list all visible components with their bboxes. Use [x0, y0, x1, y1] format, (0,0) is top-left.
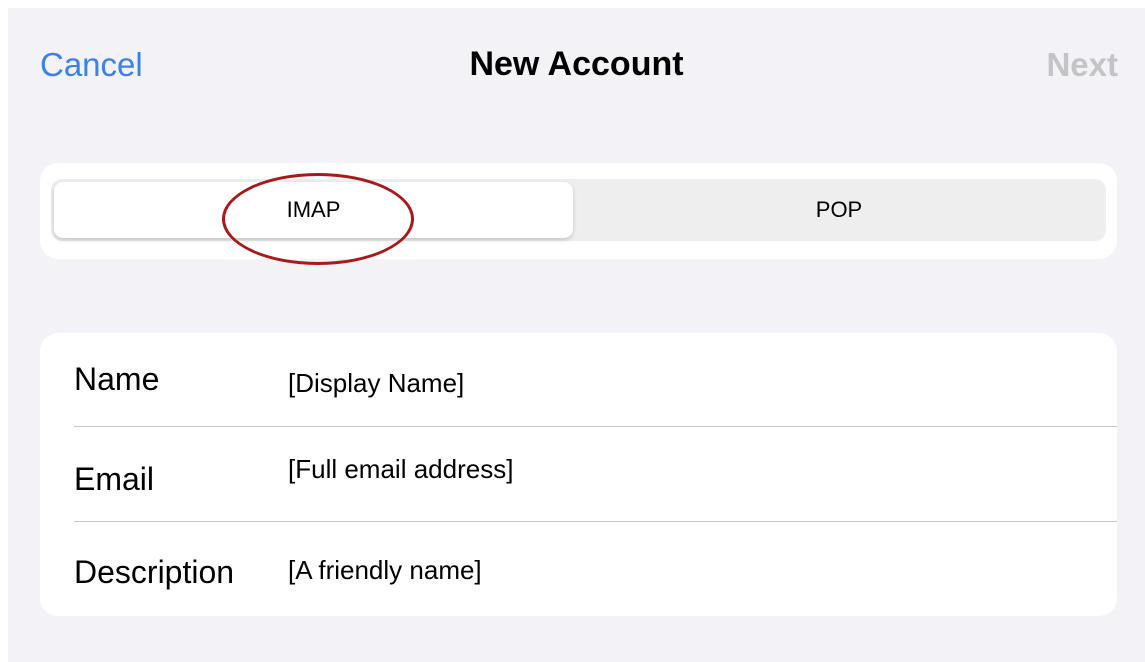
form-row-description[interactable]: Description [A friendly name] [40, 522, 1117, 616]
screen: Cancel New Account Next IMAP POP Name [D… [8, 8, 1145, 662]
page-title: New Account [469, 45, 684, 83]
email-field[interactable]: [Full email address] [288, 454, 513, 485]
next-button[interactable]: Next [1046, 46, 1118, 84]
navigation-bar: Cancel New Account Next [8, 8, 1145, 120]
name-label: Name [74, 361, 160, 397]
account-form: Name [Display Name] Email [Full email ad… [40, 333, 1117, 616]
protocol-segmented-control: IMAP POP [51, 179, 1106, 241]
form-row-email[interactable]: Email [Full email address] [40, 427, 1117, 521]
segment-imap[interactable]: IMAP [54, 182, 573, 238]
description-label: Description [74, 554, 235, 590]
description-field[interactable]: [A friendly name] [288, 555, 482, 586]
email-label: Email [74, 461, 155, 497]
name-field[interactable]: [Display Name] [288, 368, 464, 399]
protocol-selector-card: IMAP POP [40, 163, 1117, 259]
segment-pop[interactable]: POP [575, 182, 1103, 238]
form-row-name[interactable]: Name [Display Name] [40, 333, 1117, 427]
